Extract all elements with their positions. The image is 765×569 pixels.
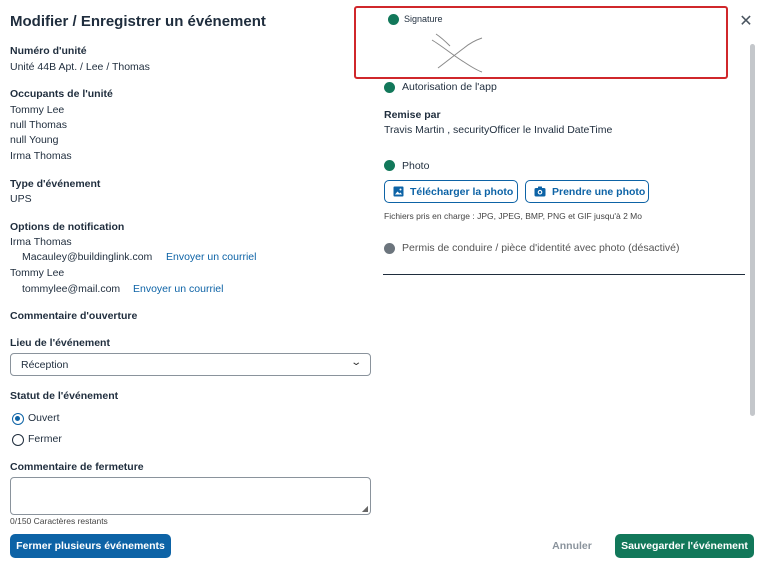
resize-handle-icon[interactable]: ◢ bbox=[362, 504, 368, 513]
upload-photo-label: Télécharger la photo bbox=[410, 185, 514, 198]
opening-comment-label: Commentaire d'ouverture bbox=[10, 310, 138, 322]
event-location-select[interactable]: Réception ⌄ bbox=[10, 353, 371, 376]
close-multiple-events-button[interactable]: Fermer plusieurs événements bbox=[10, 534, 171, 558]
scrollbar[interactable] bbox=[750, 44, 755, 416]
status-close-radio[interactable] bbox=[12, 434, 24, 446]
notification-recipient-email: tommylee@mail.com bbox=[22, 283, 121, 295]
notification-recipient-name: Tommy Lee bbox=[10, 267, 65, 279]
close-icon[interactable]: ✕ bbox=[738, 13, 754, 31]
remise-value: Travis Martin , securityOfficer le Inval… bbox=[384, 124, 613, 136]
upload-photo-button[interactable]: Télécharger la photo bbox=[384, 180, 518, 203]
license-status-dot bbox=[384, 243, 395, 254]
remise-label: Remise par bbox=[384, 109, 441, 121]
unit-number-label: Numéro d'unité bbox=[10, 45, 87, 57]
occupant-item: null Young bbox=[10, 134, 59, 146]
signature-label: Signature bbox=[404, 14, 443, 24]
occupant-item: Tommy Lee bbox=[10, 104, 65, 116]
character-counter: 0/150 Caractères restants bbox=[10, 516, 108, 525]
take-photo-label: Prendre une photo bbox=[552, 185, 646, 198]
event-type-value: UPS bbox=[10, 193, 32, 205]
signature-status-dot bbox=[388, 14, 399, 25]
closing-comment-label: Commentaire de fermeture bbox=[10, 461, 144, 473]
event-location-value: Réception bbox=[21, 359, 69, 371]
image-icon bbox=[393, 186, 404, 197]
unit-number-value: Unité 44B Apt. / Lee / Thomas bbox=[10, 61, 150, 73]
license-label: Permis de conduire / pièce d'identité av… bbox=[402, 242, 680, 254]
occupants-label: Occupants de l'unité bbox=[10, 88, 113, 100]
send-email-link[interactable]: Envoyer un courriel bbox=[166, 251, 256, 263]
section-divider bbox=[383, 274, 745, 275]
photo-status-dot bbox=[384, 160, 395, 171]
save-event-button[interactable]: Sauvegarder l'événement bbox=[615, 534, 754, 558]
event-location-label: Lieu de l'événement bbox=[10, 337, 110, 349]
modal-title: Modifier / Enregistrer un événement bbox=[10, 13, 266, 30]
closing-comment-textarea[interactable]: ◢ bbox=[10, 477, 371, 515]
event-status-label: Statut de l'événement bbox=[10, 390, 119, 402]
notification-recipient-name: Irma Thomas bbox=[10, 236, 72, 248]
photo-label: Photo bbox=[402, 160, 430, 172]
photo-hint: Fichiers pris en charge : JPG, JPEG, BMP… bbox=[384, 211, 642, 221]
take-photo-button[interactable]: Prendre une photo bbox=[525, 180, 649, 203]
notification-options-label: Options de notification bbox=[10, 221, 125, 233]
status-close-label[interactable]: Fermer bbox=[28, 433, 62, 445]
app-auth-label: Autorisation de l'app bbox=[402, 81, 497, 93]
app-auth-status-dot bbox=[384, 82, 395, 93]
occupant-item: null Thomas bbox=[10, 119, 68, 131]
camera-icon bbox=[534, 186, 546, 197]
status-open-radio[interactable] bbox=[12, 413, 24, 425]
event-type-label: Type d'événement bbox=[10, 178, 101, 190]
notification-recipient-email: Macauley@buildinglink.com bbox=[22, 251, 153, 263]
cancel-button[interactable]: Annuler bbox=[548, 534, 596, 558]
signature-image bbox=[431, 33, 483, 73]
status-open-label[interactable]: Ouvert bbox=[28, 412, 60, 424]
send-email-link[interactable]: Envoyer un courriel bbox=[133, 283, 223, 295]
occupant-item: Irma Thomas bbox=[10, 150, 72, 162]
chevron-down-icon: ⌄ bbox=[349, 357, 362, 368]
